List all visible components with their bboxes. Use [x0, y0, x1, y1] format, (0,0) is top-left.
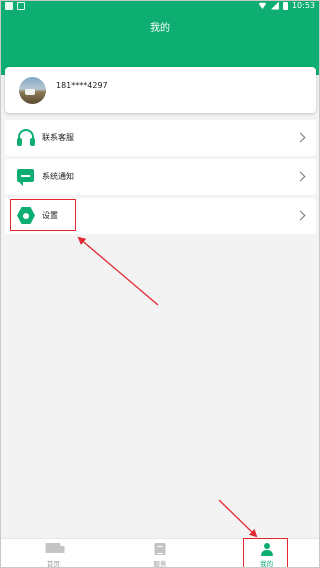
page-header: 我的 [0, 13, 320, 55]
message-icon [16, 168, 36, 186]
page-title: 我的 [150, 23, 170, 34]
tab-service[interactable]: 服务 [107, 539, 214, 568]
wifi-icon [257, 2, 267, 9]
tab-home[interactable]: 首页 [0, 539, 107, 568]
signal-icon [270, 1, 279, 10]
menu-item-label: 联系客服 [42, 133, 74, 142]
document-icon [154, 543, 166, 555]
headset-icon [16, 129, 36, 147]
battery-icon [282, 1, 288, 10]
tab-mine[interactable]: 我的 [213, 539, 320, 568]
status-bar: 10:53 [0, 0, 320, 13]
app-notification-icon [17, 2, 25, 10]
avatar[interactable] [19, 77, 46, 104]
chevron-right-icon [295, 132, 306, 143]
profile-card[interactable]: 181****4297 [5, 67, 316, 113]
person-icon [260, 543, 273, 557]
truck-icon [45, 543, 65, 553]
bottom-nav: 首页 服务 我的 [0, 538, 320, 568]
tab-label: 首页 [46, 560, 60, 568]
chevron-right-icon [295, 210, 306, 221]
menu-item-label: 设置 [42, 211, 58, 220]
chevron-right-icon [295, 171, 306, 182]
menu-item-contact-service[interactable]: 联系客服 [5, 120, 316, 156]
arrow-to-settings [77, 236, 159, 306]
tab-label: 我的 [260, 560, 274, 568]
arrow-to-mine-tab [218, 499, 258, 538]
status-time: 10:53 [291, 1, 315, 10]
menu-item-label: 系统通知 [42, 172, 74, 181]
user-phone: 181****4297 [56, 81, 108, 90]
tab-label: 服务 [153, 560, 167, 568]
settings-icon [16, 207, 36, 225]
menu-item-settings[interactable]: 设置 [5, 198, 316, 234]
notification-icon [5, 2, 13, 10]
menu-item-system-notifications[interactable]: 系统通知 [5, 159, 316, 195]
